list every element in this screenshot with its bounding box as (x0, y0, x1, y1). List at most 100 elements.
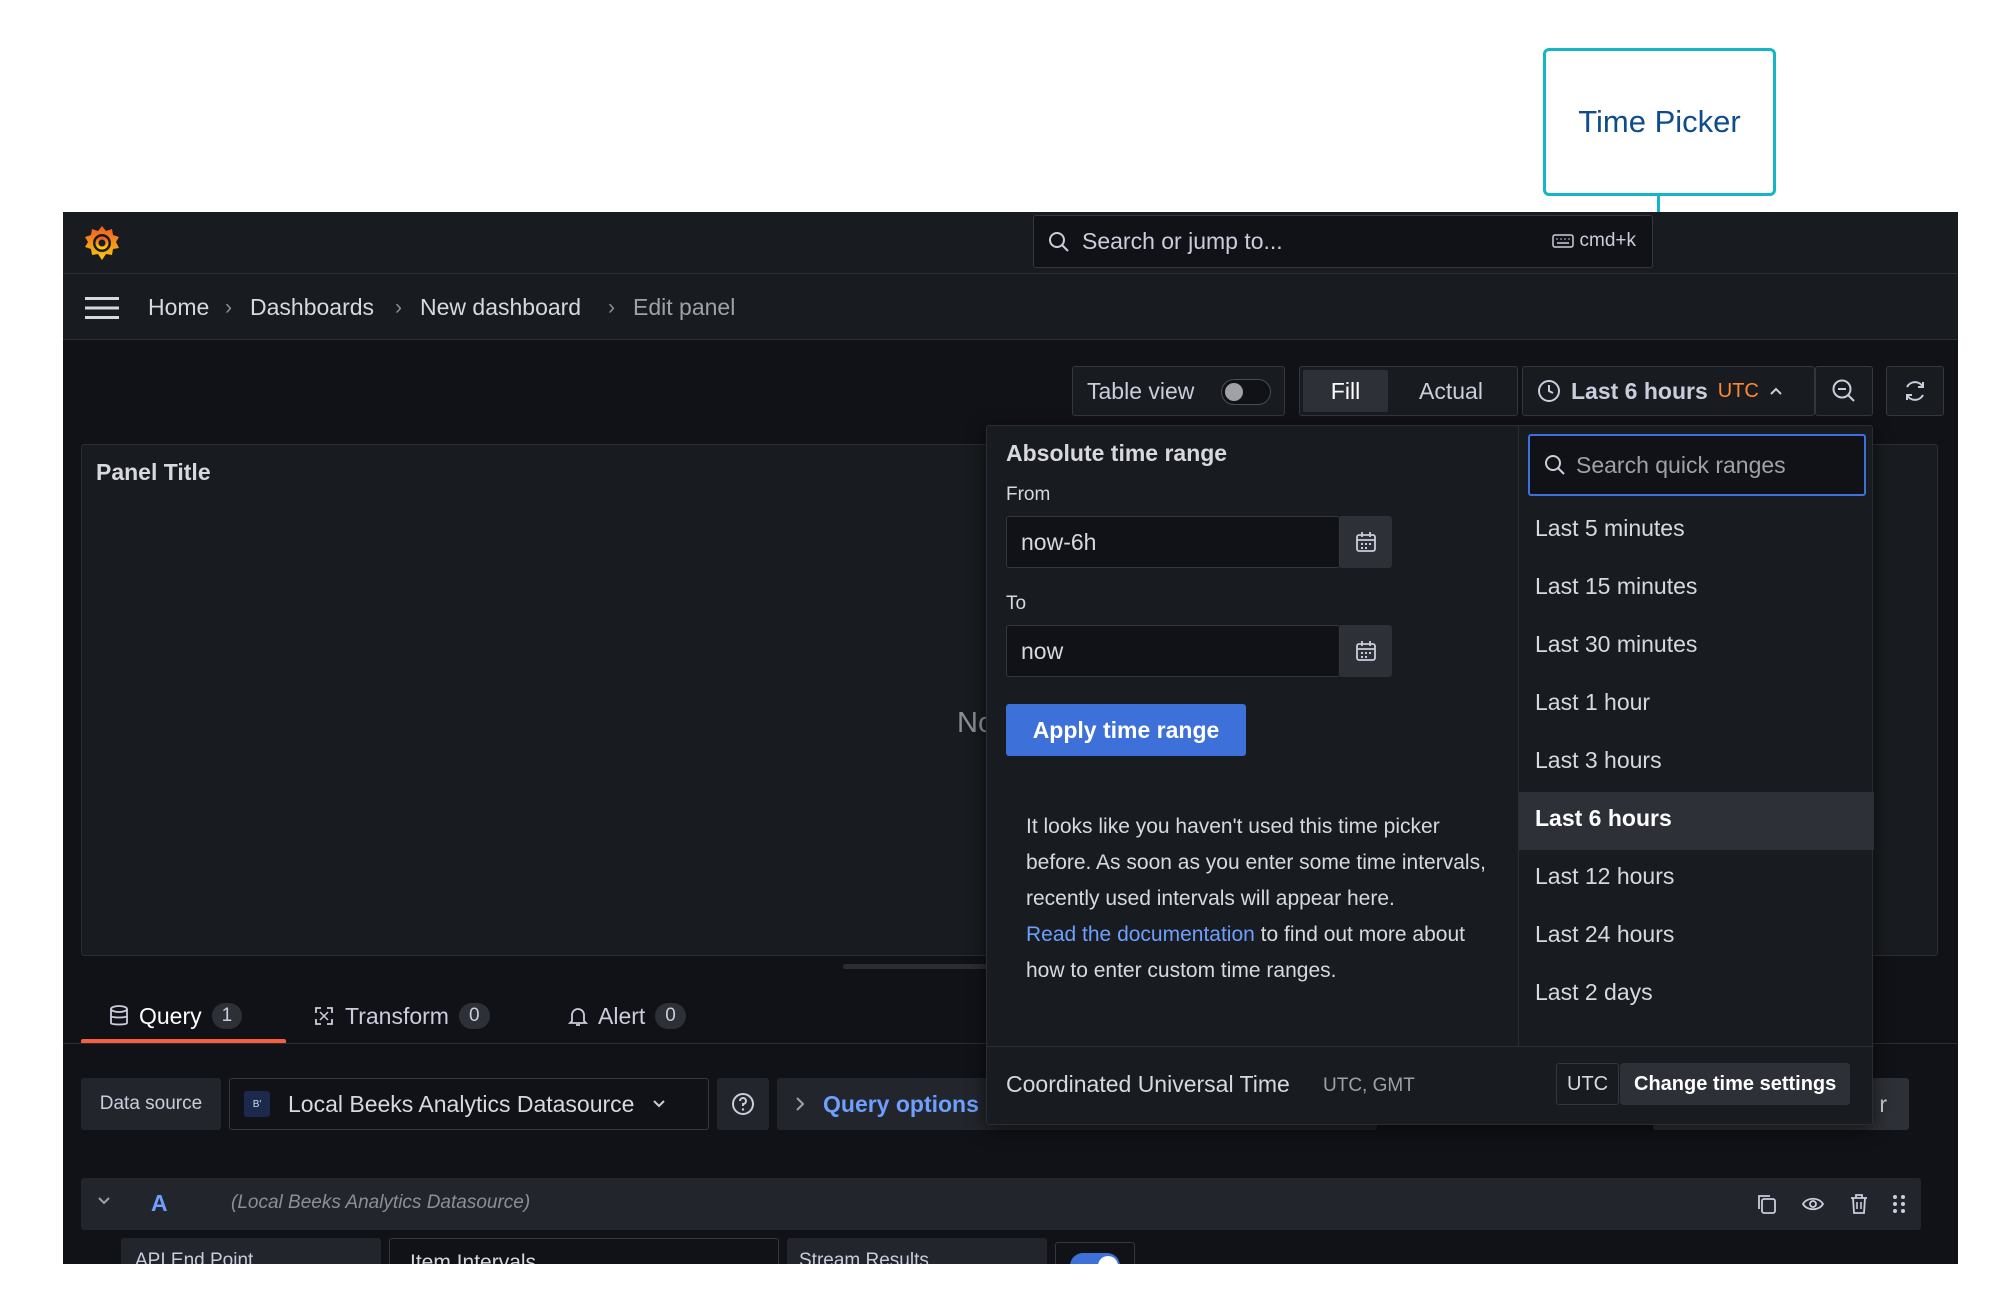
breadcrumb-new-dashboard[interactable]: New dashboard (420, 294, 581, 321)
query-datasource-note: (Local Beeks Analytics Datasource) (231, 1192, 531, 1213)
api-end-point-select[interactable]: Item Intervals (389, 1238, 779, 1264)
duplicate-query-icon[interactable] (1755, 1192, 1781, 1218)
grafana-app-window: Search or jump to... cmd+k Home › Dashbo… (63, 212, 1958, 1264)
tab-query[interactable]: Query 1 (109, 999, 243, 1033)
apply-time-range-button[interactable]: Apply time range (1006, 704, 1246, 756)
calendar-icon (1356, 641, 1376, 661)
stream-results-label: Stream Results (787, 1238, 1047, 1264)
breadcrumb-dashboards[interactable]: Dashboards (250, 294, 374, 321)
tab-transform[interactable]: Transform 0 (313, 999, 490, 1033)
from-input[interactable]: now-6h (1006, 516, 1340, 568)
time-picker-button[interactable]: Last 6 hours UTC (1522, 366, 1815, 416)
from-calendar-button[interactable] (1340, 516, 1392, 568)
from-label: From (1006, 484, 1051, 505)
absolute-range-section: Absolute time range From now-6h To now A… (987, 426, 1519, 1046)
data-source-help-button[interactable] (717, 1078, 769, 1130)
breadcrumb-chevron-icon: › (395, 296, 402, 319)
quick-range-item[interactable]: Last 15 minutes (1519, 560, 1874, 618)
time-picker-callout: Time Picker (1543, 48, 1776, 196)
search-icon (1545, 455, 1565, 475)
panel-title: Panel Title (96, 459, 211, 485)
quick-range-item-selected[interactable]: Last 6 hours (1519, 792, 1874, 850)
zoom-out-icon (1832, 379, 1855, 402)
fill-actual-radio-group: Fill Actual (1299, 366, 1518, 416)
search-placeholder: Search or jump to... (1082, 228, 1283, 254)
grafana-logo-icon[interactable] (79, 220, 125, 266)
timezone-abbreviations: UTC, GMT (1323, 1075, 1415, 1096)
quick-range-item[interactable]: Last 12 hours (1519, 850, 1874, 908)
breadcrumb-chevron-icon: › (225, 296, 232, 319)
data-source-select[interactable]: B' Local Beeks Analytics Datasource (229, 1078, 709, 1130)
tab-transform-label: Transform (345, 1002, 449, 1029)
timezone-badge: UTC (1717, 379, 1759, 402)
tab-query-count: 1 (211, 1003, 243, 1029)
breadcrumb-home[interactable]: Home (148, 294, 209, 321)
absolute-range-title: Absolute time range (1006, 440, 1228, 466)
search-icon (1049, 231, 1069, 252)
top-bar: Search or jump to... cmd+k (63, 212, 1958, 274)
breadcrumb-chevron-icon: › (608, 296, 615, 319)
actual-button[interactable]: Actual (1388, 370, 1514, 412)
table-view-label: Table view (1087, 377, 1195, 404)
documentation-link[interactable]: Read the documentation (1026, 923, 1255, 946)
trash-icon[interactable] (1847, 1192, 1873, 1218)
query-row-a: A (Local Beeks Analytics Datasource) (81, 1178, 1921, 1230)
timezone-offset-badge: UTC (1556, 1063, 1620, 1105)
time-picker-info: It looks like you haven't used this time… (1026, 809, 1486, 989)
zoom-out-button[interactable] (1815, 366, 1873, 416)
tab-transform-count: 0 (458, 1003, 490, 1029)
quick-range-item[interactable]: Last 3 hours (1519, 734, 1874, 792)
bell-icon (568, 1008, 588, 1026)
clock-icon (1538, 380, 1560, 402)
calendar-icon (1356, 532, 1376, 552)
query-options-label: Query options (823, 1090, 979, 1117)
keyboard-icon (1551, 234, 1574, 248)
tab-alert-label: Alert (598, 1002, 646, 1029)
chevron-up-icon (1770, 387, 1782, 395)
time-picker-dropdown: Absolute time range From now-6h To now A… (986, 425, 1874, 1126)
info-text: It looks like you haven't used this time… (1026, 815, 1486, 910)
chevron-right-icon (796, 1097, 805, 1111)
breadcrumb-edit-panel: Edit panel (633, 294, 736, 320)
stream-results-toggle[interactable] (1055, 1242, 1135, 1264)
quick-range-item[interactable]: Last 5 minutes (1519, 502, 1874, 560)
fill-button[interactable]: Fill (1303, 370, 1388, 412)
chevron-down-icon (653, 1100, 666, 1108)
database-icon (110, 1005, 128, 1026)
keyboard-shortcut-hint: cmd+k (1551, 230, 1636, 252)
api-end-point-label: API End Point (121, 1238, 381, 1264)
quick-range-item[interactable]: Last 2 days (1519, 966, 1874, 1024)
quick-ranges-placeholder: Search quick ranges (1576, 451, 1786, 478)
tab-query-label: Query (139, 1002, 202, 1029)
to-calendar-button[interactable] (1340, 625, 1392, 677)
datasource-logo-icon: B' (244, 1091, 270, 1117)
quick-ranges-search-input[interactable]: Search quick ranges (1528, 434, 1866, 496)
query-inspector-label: r (1879, 1090, 1887, 1117)
transform-icon (315, 1007, 333, 1025)
quick-range-item[interactable]: Last 24 hours (1519, 908, 1874, 966)
callout-label: Time Picker (1578, 104, 1741, 139)
table-view-switch[interactable] (1221, 379, 1271, 405)
quick-ranges-section: Search quick ranges Last 5 minutes Last … (1519, 426, 1874, 1046)
collapse-chevron-icon[interactable] (97, 1196, 111, 1206)
drag-handle-icon[interactable] (1887, 1192, 1913, 1218)
tab-alert-count: 0 (655, 1003, 686, 1029)
change-time-settings-button[interactable]: Change time settings (1620, 1063, 1851, 1105)
query-ref-id[interactable]: A (151, 1190, 168, 1217)
hamburger-menu-icon[interactable] (85, 296, 119, 320)
to-label: To (1006, 593, 1027, 614)
refresh-button[interactable] (1886, 366, 1944, 416)
question-circle-icon (732, 1093, 754, 1115)
tab-alert[interactable]: Alert 0 (568, 999, 686, 1033)
breadcrumb-bar: Home › Dashboards › New dashboard › Edit… (63, 274, 1958, 340)
data-source-selected: Local Beeks Analytics Datasource (288, 1090, 635, 1117)
eye-icon[interactable] (1801, 1192, 1827, 1218)
table-view-toggle[interactable]: Table view (1072, 366, 1285, 416)
quick-range-item[interactable]: Last 1 hour (1519, 676, 1874, 734)
to-input[interactable]: now (1006, 625, 1340, 677)
search-bar[interactable]: Search or jump to... cmd+k (1033, 215, 1653, 268)
timezone-name: Coordinated Universal Time (1006, 1071, 1290, 1097)
time-picker-footer: Coordinated Universal Time UTC, GMT UTC … (987, 1046, 1874, 1126)
time-range-label: Last 6 hours (1571, 377, 1708, 404)
quick-range-item[interactable]: Last 30 minutes (1519, 618, 1874, 676)
